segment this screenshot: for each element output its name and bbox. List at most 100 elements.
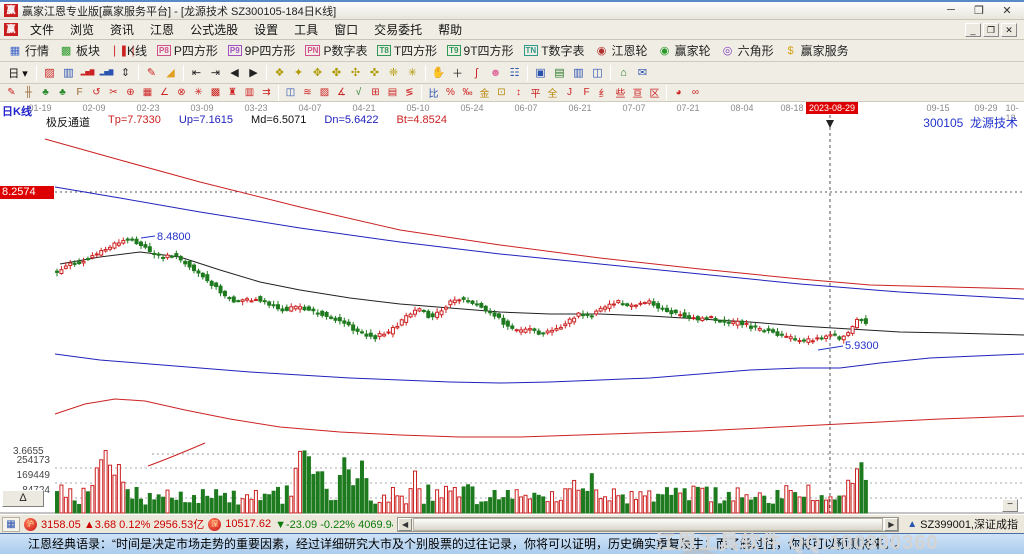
tools-icon-6[interactable]: ⇕ (116, 64, 135, 82)
menu-item-5[interactable]: 设置 (246, 21, 286, 39)
tools-icon-9[interactable]: ◢ (161, 64, 180, 82)
draw-icon-31[interactable]: ↕ (510, 85, 527, 100)
draw-icon-36[interactable]: 纟 (595, 85, 612, 100)
draw-icon-5[interactable]: ↺ (88, 85, 105, 100)
scroll-left-icon[interactable]: ◀ (398, 517, 413, 531)
child-minimize-button[interactable]: _ (965, 22, 981, 37)
tools-icon-26[interactable]: ＋ (448, 64, 467, 82)
tools-icon-27[interactable]: ʃ (467, 64, 486, 82)
draw-icon-26[interactable]: 比 (425, 85, 442, 100)
tools-icon-11[interactable]: ⇤ (187, 64, 206, 82)
toolbar-button-9[interactable]: ◉ 江恩轮 (590, 40, 653, 61)
tools-icon-5[interactable]: ▂▅▇ (97, 64, 116, 82)
toolbar-button-12[interactable]: $ 赢家服务 (779, 40, 854, 61)
draw-icon-37[interactable]: 些 (612, 85, 629, 100)
draw-icon-4[interactable]: F (71, 85, 88, 100)
tools-icon-16[interactable]: ❖ (270, 64, 289, 82)
draw-icon-32[interactable]: 平 (527, 85, 544, 100)
menu-item-2[interactable]: 资讯 (102, 21, 142, 39)
draw-icon-1[interactable]: ╫ (20, 85, 37, 100)
draw-icon-23[interactable]: ▤ (384, 85, 401, 100)
menu-item-4[interactable]: 公式选股 (182, 21, 246, 39)
tools-icon-29[interactable]: ☷ (505, 64, 524, 82)
tools-icon-37[interactable]: ✉ (633, 64, 652, 82)
toolbar-button-6[interactable]: T8 T四方形 (372, 40, 442, 61)
tools-icon-8[interactable]: ✎ (142, 64, 161, 82)
tools-icon-36[interactable]: ⌂ (614, 64, 633, 82)
maximize-button[interactable]: ❐ (972, 4, 986, 17)
draw-icon-33[interactable]: 全 (544, 85, 561, 100)
menu-item-6[interactable]: 工具 (286, 21, 326, 39)
tools-icon-4[interactable]: ▂▅▇ (78, 64, 97, 82)
draw-icon-11[interactable]: ✳ (190, 85, 207, 100)
toolbar-button-2[interactable]: ❘❚❘ K线 (105, 40, 152, 61)
draw-icon-13[interactable]: ♜ (224, 85, 241, 100)
chart-canvas[interactable] (0, 102, 1024, 514)
close-button[interactable]: ✕ (1000, 4, 1014, 17)
toolbar-button-8[interactable]: TN T数字表 (519, 40, 590, 61)
tools-icon-3[interactable]: ▥ (59, 64, 78, 82)
tools-icon-33[interactable]: ▥ (569, 64, 588, 82)
child-close-button[interactable]: ✕ (1001, 22, 1017, 37)
draw-icon-2[interactable]: ♣ (37, 85, 54, 100)
tools-icon-25[interactable]: ✋ (429, 64, 448, 82)
tools-icon-2[interactable]: ▨ (40, 64, 59, 82)
draw-icon-19[interactable]: ▨ (316, 85, 333, 100)
tools-icon-20[interactable]: ✣ (346, 64, 365, 82)
quote-grid-icon[interactable]: ▦ (2, 516, 20, 532)
draw-icon-7[interactable]: ⊕ (122, 85, 139, 100)
tools-icon-18[interactable]: ✥ (308, 64, 327, 82)
menu-item-3[interactable]: 江恩 (142, 21, 182, 39)
shanghai-index-value[interactable]: 3158.05 ▲3.68 0.12% 2956.53亿 (41, 516, 204, 532)
toolbar-button-4[interactable]: P9 9P四方形 (223, 40, 300, 61)
shenzhen-index-change[interactable]: ▼-23.09 -0.22% 4069.94亿 (275, 516, 393, 532)
draw-icon-35[interactable]: F (578, 85, 595, 100)
toolbar-button-10[interactable]: ◉ 赢家轮 (653, 40, 716, 61)
menu-item-1[interactable]: 浏览 (62, 21, 102, 39)
draw-icon-9[interactable]: ∠ (156, 85, 173, 100)
tools-icon-28[interactable]: ☻ (486, 64, 505, 82)
toolbar-button-5[interactable]: PN P数字表 (300, 40, 372, 61)
draw-icon-30[interactable]: ⊡ (493, 85, 510, 100)
tools-icon-17[interactable]: ✦ (289, 64, 308, 82)
draw-icon-20[interactable]: ∡ (333, 85, 350, 100)
draw-icon-14[interactable]: ▥ (241, 85, 258, 100)
draw-icon-27[interactable]: % (442, 85, 459, 100)
toolbar-button-3[interactable]: P8 P四方形 (152, 40, 223, 61)
shenzhen-index-value[interactable]: 10517.62 (225, 518, 271, 530)
draw-icon-18[interactable]: ≋ (299, 85, 316, 100)
draw-icon-15[interactable]: ⇉ (258, 85, 275, 100)
draw-icon-17[interactable]: ◫ (282, 85, 299, 100)
tools-icon-13[interactable]: ◀ (225, 64, 244, 82)
draw-icon-6[interactable]: ✂ (105, 85, 122, 100)
draw-icon-34[interactable]: J (561, 85, 578, 100)
tools-icon-22[interactable]: ❈ (384, 64, 403, 82)
draw-icon-39[interactable]: 区 (646, 85, 663, 100)
draw-icon-8[interactable]: ▦ (139, 85, 156, 100)
tools-icon-0[interactable]: 日 ▾ (3, 64, 33, 82)
shanghai-market-icon[interactable]: 沪 (24, 517, 37, 531)
draw-icon-3[interactable]: ♣ (54, 85, 71, 100)
collapse-pane-button[interactable]: − (1002, 499, 1018, 512)
tools-icon-12[interactable]: ⇥ (206, 64, 225, 82)
draw-icon-28[interactable]: ‰ (459, 85, 476, 100)
toolbar-button-0[interactable]: ▦ 行情 (3, 40, 54, 61)
draw-icon-24[interactable]: ≶ (401, 85, 418, 100)
shenzhen-market-icon[interactable]: 深 (208, 517, 222, 531)
toolbar-button-1[interactable]: ▩ 板块 (54, 40, 105, 61)
expand-pane-button[interactable]: Δ (2, 490, 44, 507)
menu-item-9[interactable]: 帮助 (430, 21, 470, 39)
draw-icon-41[interactable]: ◕ (670, 85, 687, 100)
tools-icon-34[interactable]: ◫ (588, 64, 607, 82)
draw-icon-12[interactable]: ▩ (207, 85, 224, 100)
tools-icon-21[interactable]: ✜ (365, 64, 384, 82)
draw-icon-10[interactable]: ⊗ (173, 85, 190, 100)
tools-icon-32[interactable]: ▤ (550, 64, 569, 82)
menu-item-8[interactable]: 交易委托 (366, 21, 430, 39)
menu-item-7[interactable]: 窗口 (326, 21, 366, 39)
tools-icon-23[interactable]: ✳ (403, 64, 422, 82)
draw-icon-21[interactable]: √ (350, 85, 367, 100)
draw-icon-38[interactable]: 亘 (629, 85, 646, 100)
draw-icon-0[interactable]: ✎ (3, 85, 20, 100)
tools-icon-14[interactable]: ▶ (244, 64, 263, 82)
